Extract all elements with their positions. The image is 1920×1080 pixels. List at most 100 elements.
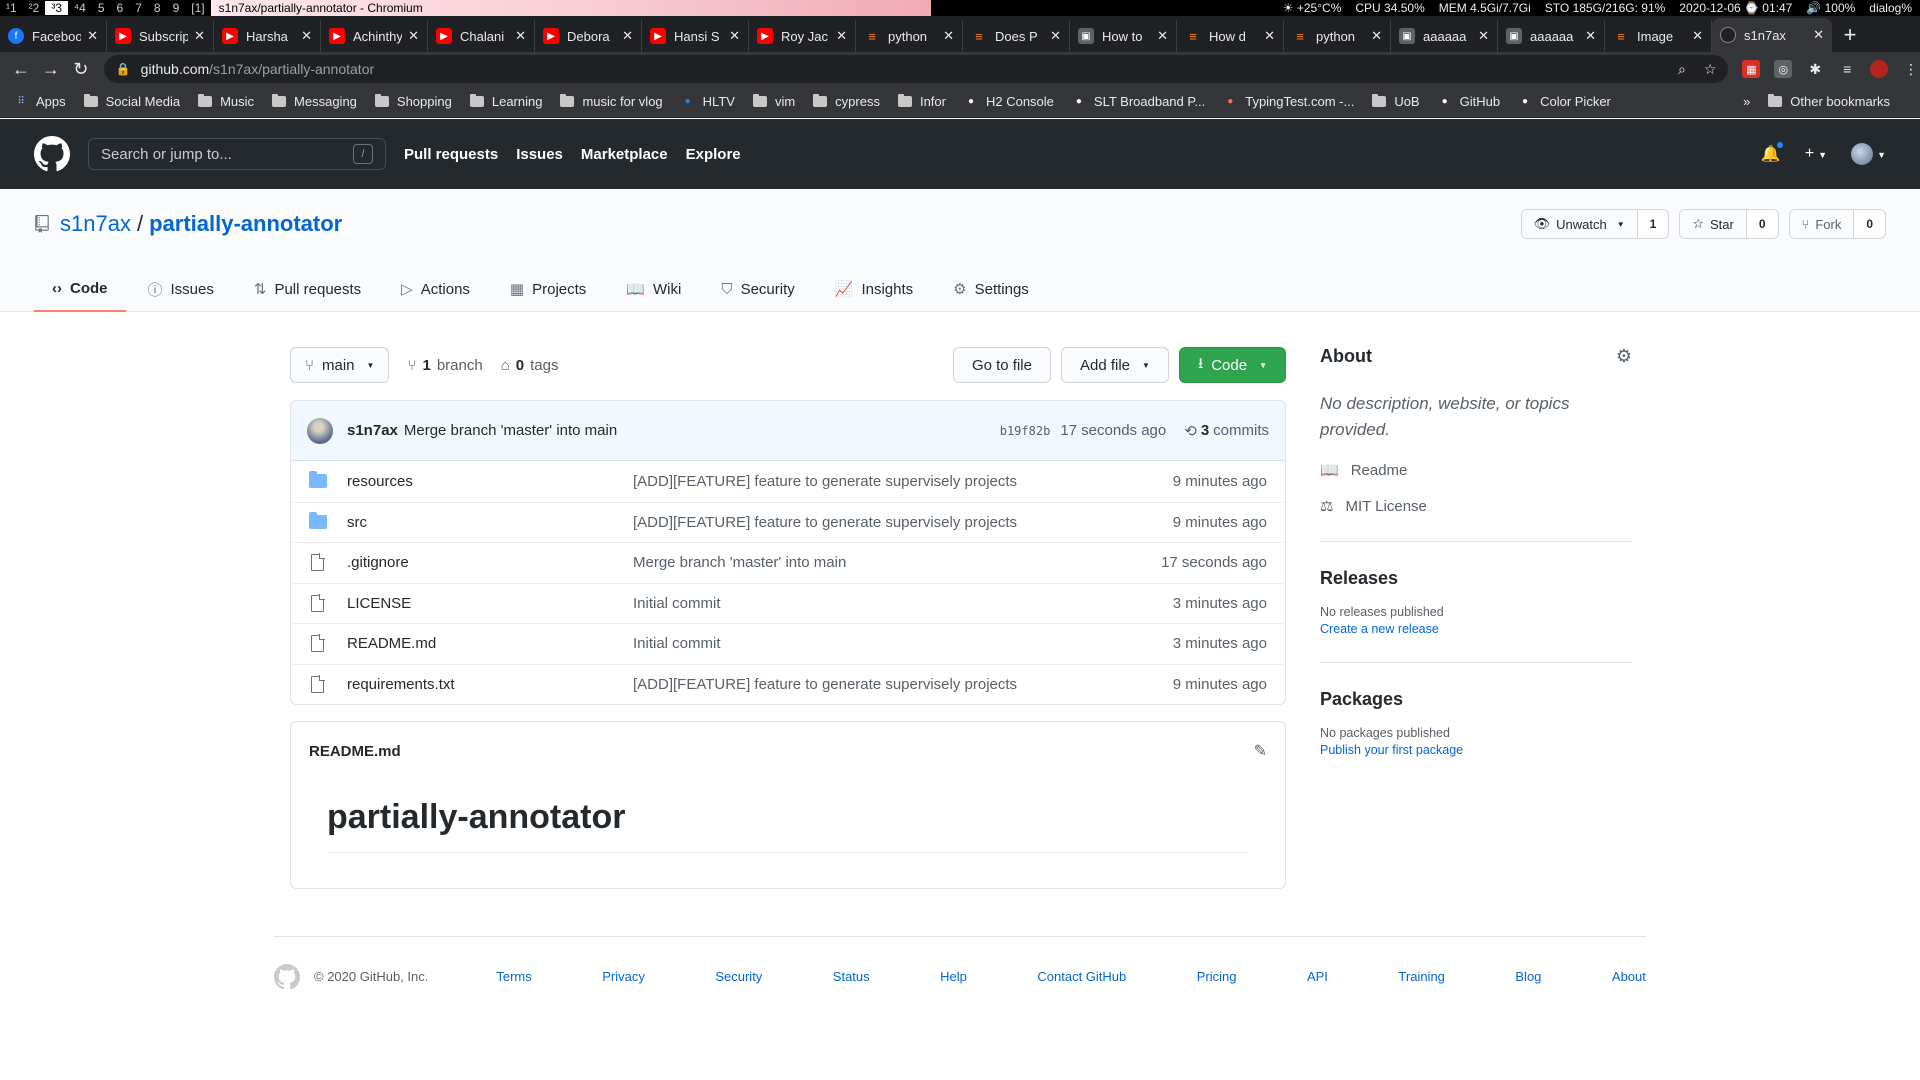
file-name-link[interactable]: README.md — [347, 635, 633, 652]
bookmark-item[interactable]: cypress — [813, 94, 880, 109]
workspace-item[interactable]: ³3 — [45, 1, 69, 15]
create-release-link[interactable]: Create a new release — [1320, 622, 1632, 636]
close-tab-icon[interactable]: ✕ — [1264, 28, 1275, 44]
browser-tab[interactable]: ▶ Roy Jac ✕ — [749, 20, 856, 52]
close-tab-icon[interactable]: ✕ — [1371, 28, 1382, 44]
browser-tab[interactable]: ≡ Does P ✕ — [963, 20, 1070, 52]
global-nav-marketplace[interactable]: Marketplace — [581, 146, 668, 163]
repo-owner-link[interactable]: s1n7ax — [60, 211, 131, 237]
branches-link[interactable]: ⑂ 1 branch — [407, 357, 482, 374]
tab-actions[interactable]: ▷ Actions — [383, 266, 488, 312]
close-tab-icon[interactable]: ✕ — [1050, 28, 1061, 44]
footer-link-help[interactable]: Help — [940, 969, 967, 984]
new-tab-button[interactable]: + — [1832, 20, 1868, 52]
workspace-item[interactable]: 8 — [148, 1, 167, 15]
branch-select-button[interactable]: ⑂ main ▼ — [290, 347, 390, 383]
close-tab-icon[interactable]: ✕ — [1585, 28, 1596, 44]
readme-link[interactable]: 📖 Readme — [1320, 461, 1632, 480]
watch-count[interactable]: 1 — [1637, 210, 1669, 238]
more-bookmarks-icon[interactable]: » — [1743, 94, 1750, 109]
close-tab-icon[interactable]: ✕ — [1157, 28, 1168, 44]
close-tab-icon[interactable]: ✕ — [301, 28, 312, 44]
bookmark-item[interactable]: Learning — [469, 94, 542, 109]
license-link[interactable]: ⚖ MIT License — [1320, 497, 1632, 516]
browser-tab[interactable]: f Facebook ✕ — [0, 20, 107, 52]
github-logo-icon[interactable] — [34, 136, 70, 172]
browser-tab[interactable]: ▶ Hansi S ✕ — [642, 20, 749, 52]
close-tab-icon[interactable]: ✕ — [943, 28, 954, 44]
file-name-link[interactable]: LICENSE — [347, 595, 633, 612]
menu-icon[interactable]: ⋮ — [1902, 60, 1920, 78]
commit-author[interactable]: s1n7ax — [347, 422, 398, 439]
star-button[interactable]: ☆ Star — [1680, 210, 1747, 238]
global-nav-explore[interactable]: Explore — [686, 146, 741, 163]
go-to-file-button[interactable]: Go to file — [952, 347, 1051, 383]
fork-button[interactable]: ⑂ Fork — [1789, 210, 1855, 238]
workspace-item[interactable]: 5 — [92, 1, 111, 15]
bookmark-item[interactable]: vim — [752, 94, 795, 109]
footer-link-blog[interactable]: Blog — [1515, 969, 1541, 984]
bookmark-item[interactable]: Infor — [897, 94, 946, 109]
packages-title[interactable]: Packages — [1320, 689, 1632, 710]
bookmark-item[interactable]: Shopping — [374, 94, 452, 109]
close-tab-icon[interactable]: ✕ — [408, 28, 419, 44]
global-nav-issues[interactable]: Issues — [516, 146, 563, 163]
commit-sha[interactable]: b19f82b — [1000, 424, 1051, 438]
file-commit-message[interactable]: [ADD][FEATURE] feature to generate super… — [633, 473, 1173, 490]
workspace-item[interactable]: [1] — [185, 1, 210, 15]
star-count[interactable]: 0 — [1746, 210, 1778, 238]
commit-message[interactable]: Merge branch 'master' into main — [404, 422, 617, 439]
footer-link-status[interactable]: Status — [833, 969, 870, 984]
tab-pull-requests[interactable]: ⇅ Pull requests — [236, 266, 379, 312]
browser-tab[interactable]: ▣ How to ✕ — [1070, 20, 1177, 52]
bookmark-item[interactable]: ⠿ Apps — [14, 94, 65, 109]
close-tab-icon[interactable]: ✕ — [194, 28, 205, 44]
file-name-link[interactable]: resources — [347, 473, 633, 490]
close-tab-icon[interactable]: ✕ — [515, 28, 526, 44]
close-tab-icon[interactable]: ✕ — [836, 28, 847, 44]
bookmark-item[interactable]: Social Media — [83, 94, 180, 109]
back-button[interactable]: ← — [6, 59, 36, 80]
tab-security[interactable]: ⛉ Security — [703, 266, 812, 312]
puzzle-icon[interactable]: ✱ — [1806, 60, 1824, 78]
browser-tab[interactable]: ▶ Chalani ✕ — [428, 20, 535, 52]
close-tab-icon[interactable]: ✕ — [622, 28, 633, 44]
file-commit-message[interactable]: Initial commit — [633, 635, 1173, 652]
notification-bell-icon[interactable]: 🔔 — [1761, 141, 1784, 164]
bookmark-item[interactable]: ● GitHub — [1438, 94, 1501, 109]
media-queue-icon[interactable]: ≡ — [1838, 60, 1856, 78]
close-tab-icon[interactable]: ✕ — [1813, 27, 1824, 43]
file-commit-message[interactable]: Initial commit — [633, 595, 1173, 612]
bookmark-item[interactable]: music for vlog — [560, 94, 663, 109]
file-row[interactable]: README.md Initial commit 3 minutes ago — [291, 623, 1285, 664]
avatar[interactable] — [307, 417, 333, 444]
workspace-item[interactable]: ²2 — [23, 1, 46, 15]
bookmark-star-icon[interactable]: ☆ — [1704, 61, 1717, 78]
browser-tab[interactable]: ▣ aaaaaa ✕ — [1391, 20, 1498, 52]
profile-avatar[interactable] — [1870, 60, 1889, 78]
browser-tab[interactable]: s1n7ax ✕ — [1712, 18, 1832, 52]
unwatch-button[interactable]: 👁 Unwatch ▼ — [1521, 210, 1638, 238]
zoom-icon[interactable]: ⌕ — [1678, 61, 1686, 78]
browser-tab[interactable]: ▶ Debora ✕ — [535, 20, 642, 52]
tab-wiki[interactable]: 📖 Wiki — [608, 266, 699, 312]
pencil-icon[interactable]: ✎ — [1254, 741, 1267, 761]
publish-package-link[interactable]: Publish your first package — [1320, 743, 1632, 757]
bookmark-item[interactable]: Messaging — [272, 94, 357, 109]
commits-link[interactable]: ⟲ 3 commits — [1184, 422, 1269, 440]
close-tab-icon[interactable]: ✕ — [1692, 28, 1703, 44]
repo-name-link[interactable]: partially-annotator — [149, 211, 342, 237]
workspace-item[interactable]: 6 — [111, 1, 130, 15]
file-name-link[interactable]: .gitignore — [347, 554, 633, 571]
browser-tab[interactable]: ≡ python ✕ — [1284, 20, 1391, 52]
tab-projects[interactable]: ▦ Projects — [492, 266, 604, 312]
fork-count[interactable]: 0 — [1854, 210, 1885, 238]
tab-issues[interactable]: ⓘ Issues — [130, 266, 232, 312]
other-bookmarks[interactable]: Other bookmarks — [1768, 94, 1890, 109]
workspace-item[interactable]: ⁴4 — [68, 1, 92, 15]
file-row[interactable]: requirements.txt [ADD][FEATURE] feature t… — [291, 663, 1285, 705]
workspace-item[interactable]: 7 — [129, 1, 148, 15]
footer-link-terms[interactable]: Terms — [496, 969, 531, 984]
global-nav-pull-requests[interactable]: Pull requests — [404, 146, 498, 163]
workspace-item[interactable]: 9 — [167, 1, 186, 15]
